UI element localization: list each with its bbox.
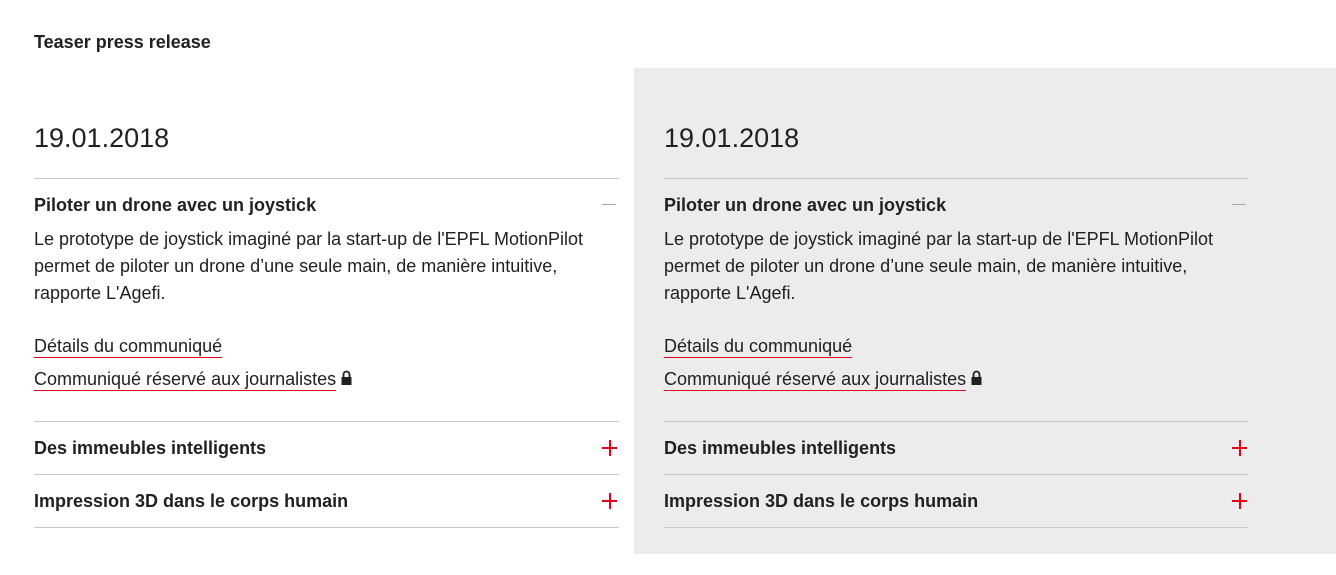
accordion-title: Piloter un drone avec un joystick	[34, 195, 317, 215]
accordion-description: Le prototype de joystick imaginé par la …	[34, 229, 584, 303]
accordion-title: Piloter un drone avec un joystick	[664, 195, 947, 215]
journalists-link[interactable]: Communiqué réservé aux journalistes	[664, 368, 967, 391]
lock-icon	[971, 370, 982, 385]
teaser-column-1: 19.01.2018 Piloter un drone avec un joys…	[0, 68, 634, 554]
teaser-column-2: 19.01.2018 Piloter un drone avec un joys…	[634, 68, 1336, 554]
accordion-header[interactable]: Des immeubles intelligents	[34, 422, 619, 474]
accordion-item-closed: Impression 3D dans le corps humain	[664, 474, 1249, 528]
section-title: Teaser press release	[34, 32, 211, 52]
plus-icon[interactable]	[1231, 435, 1249, 461]
accordion-body: Le prototype de joystick imaginé par la …	[664, 226, 1249, 391]
accordion-header[interactable]: Impression 3D dans le corps humain	[664, 475, 1249, 527]
accordion-item-closed: Des immeubles intelligents	[34, 421, 619, 474]
accordion-title: Des immeubles intelligents	[664, 438, 897, 458]
journalists-link[interactable]: Communiqué réservé aux journalistes	[34, 368, 337, 391]
accordion-item-closed: Des immeubles intelligents	[664, 421, 1249, 474]
accordion-item-open: Piloter un drone avec un joystick Le pro…	[664, 178, 1249, 391]
accordion-item-closed: Impression 3D dans le corps humain	[34, 474, 619, 528]
date-heading: 19.01.2018	[34, 123, 170, 153]
accordion-description: Le prototype de joystick imaginé par la …	[664, 229, 1214, 303]
date-heading: 19.01.2018	[664, 123, 800, 153]
accordion-body: Le prototype de joystick imaginé par la …	[34, 226, 619, 391]
details-link[interactable]: Détails du communiqué	[34, 335, 223, 358]
journalists-link-label: Communiqué réservé aux journalistes	[34, 369, 337, 389]
plus-icon[interactable]	[601, 488, 619, 514]
accordion-title: Des immeubles intelligents	[34, 438, 267, 458]
accordion-header[interactable]: Piloter un drone avec un joystick	[664, 179, 1249, 231]
accordion-item-open: Piloter un drone avec un joystick Le pro…	[34, 178, 619, 391]
plus-icon[interactable]	[601, 435, 619, 461]
accordion-title: Impression 3D dans le corps humain	[664, 491, 979, 511]
accordion-header[interactable]: Des immeubles intelligents	[664, 422, 1249, 474]
accordion-header[interactable]: Impression 3D dans le corps humain	[34, 475, 619, 527]
details-link[interactable]: Détails du communiqué	[664, 335, 853, 358]
accordion-header[interactable]: Piloter un drone avec un joystick	[34, 179, 619, 231]
accordion-title: Impression 3D dans le corps humain	[34, 491, 349, 511]
journalists-link-label: Communiqué réservé aux journalistes	[664, 369, 967, 389]
plus-icon[interactable]	[1231, 488, 1249, 514]
minus-icon[interactable]	[1231, 192, 1249, 218]
minus-icon[interactable]	[601, 192, 619, 218]
lock-icon	[341, 370, 352, 385]
